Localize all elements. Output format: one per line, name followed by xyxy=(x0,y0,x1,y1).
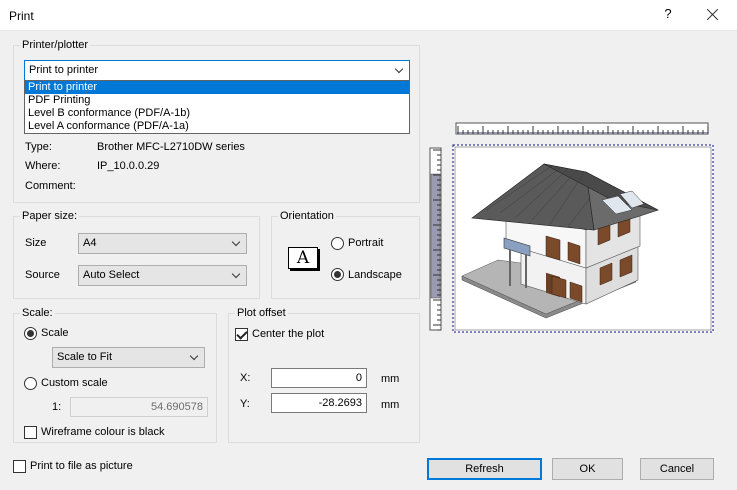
offset-x-label: X: xyxy=(240,372,251,384)
custom-scale-label[interactable]: Custom scale xyxy=(41,377,108,389)
center-plot-label[interactable]: Center the plot xyxy=(252,328,324,340)
printer-select[interactable]: Print to printer xyxy=(24,60,410,81)
paper-source-select[interactable]: Auto Select xyxy=(78,265,247,286)
scale-ratio-input[interactable]: 54.690578 xyxy=(70,397,208,417)
landscape-radio[interactable] xyxy=(331,268,344,281)
scale-label[interactable]: Scale xyxy=(41,327,69,339)
printer-option-level-a[interactable]: Level A conformance (PDF/A-1a) xyxy=(25,120,409,133)
help-button[interactable]: ? xyxy=(660,6,676,21)
print-to-file-checkbox[interactable] xyxy=(13,460,26,473)
printer-option-print-to-printer[interactable]: Print to printer xyxy=(25,81,409,94)
printer-option-level-b[interactable]: Level B conformance (PDF/A-1b) xyxy=(25,107,409,120)
custom-scale-radio[interactable] xyxy=(24,377,37,390)
paper-size-value: A4 xyxy=(83,237,97,249)
offset-x-unit: mm xyxy=(381,373,400,385)
scale-mode-value: Scale to Fit xyxy=(57,351,113,363)
center-plot-checkbox[interactable] xyxy=(235,328,248,341)
printer-group-label: Printer/plotter xyxy=(20,39,91,52)
paper-size-select[interactable]: A4 xyxy=(78,233,247,254)
offset-x-input[interactable]: 0 xyxy=(271,368,367,388)
paper-source-value: Auto Select xyxy=(83,269,140,281)
scale-group-label: Scale: xyxy=(20,307,55,320)
scale-radio[interactable] xyxy=(24,327,37,340)
landscape-label[interactable]: Landscape xyxy=(348,269,402,281)
orientation-group-label: Orientation xyxy=(278,210,336,223)
wireframe-label[interactable]: Wireframe colour is black xyxy=(41,426,164,438)
type-value: Brother MFC-L2710DW series xyxy=(97,141,245,153)
house-3d-preview-icon xyxy=(429,122,714,333)
print-preview xyxy=(426,118,722,335)
offset-y-label: Y: xyxy=(240,398,250,410)
landscape-orientation-icon: A xyxy=(288,247,318,269)
cancel-button[interactable]: Cancel xyxy=(640,458,714,480)
chevron-down-icon xyxy=(189,351,199,361)
type-label: Type: xyxy=(25,141,52,153)
chevron-down-icon xyxy=(231,269,241,279)
paper-size-group-label: Paper size: xyxy=(20,210,80,223)
comment-label: Comment: xyxy=(25,180,76,192)
where-value: IP_10.0.0.29 xyxy=(97,160,160,172)
offset-y-input[interactable]: -28.2693 xyxy=(271,393,367,413)
ok-button[interactable]: OK xyxy=(552,458,623,480)
print-to-file-label[interactable]: Print to file as picture xyxy=(30,460,133,472)
printer-select-value: Print to printer xyxy=(29,64,99,76)
printer-option-pdf-printing[interactable]: PDF Printing xyxy=(25,94,409,107)
offset-y-unit: mm xyxy=(381,399,400,411)
portrait-label[interactable]: Portrait xyxy=(348,237,383,249)
close-icon[interactable] xyxy=(700,2,726,28)
wireframe-checkbox[interactable] xyxy=(24,426,37,439)
chevron-down-icon xyxy=(231,237,241,247)
plot-offset-group-label: Plot offset xyxy=(235,307,288,320)
where-label: Where: xyxy=(25,160,61,172)
window-title: Print xyxy=(9,9,34,23)
scale-ratio-prefix: 1: xyxy=(52,401,62,413)
paper-source-label: Source xyxy=(25,269,60,281)
paper-size-group: Paper size: xyxy=(13,210,260,299)
paper-size-label: Size xyxy=(25,237,47,249)
scale-mode-select[interactable]: Scale to Fit xyxy=(52,347,205,368)
portrait-radio[interactable] xyxy=(331,237,344,250)
chevron-down-icon xyxy=(394,64,404,74)
printer-dropdown-list: Print to printer PDF Printing Level B co… xyxy=(24,80,410,134)
refresh-button[interactable]: Refresh xyxy=(427,458,542,480)
title-bar: Print ? xyxy=(0,0,737,31)
